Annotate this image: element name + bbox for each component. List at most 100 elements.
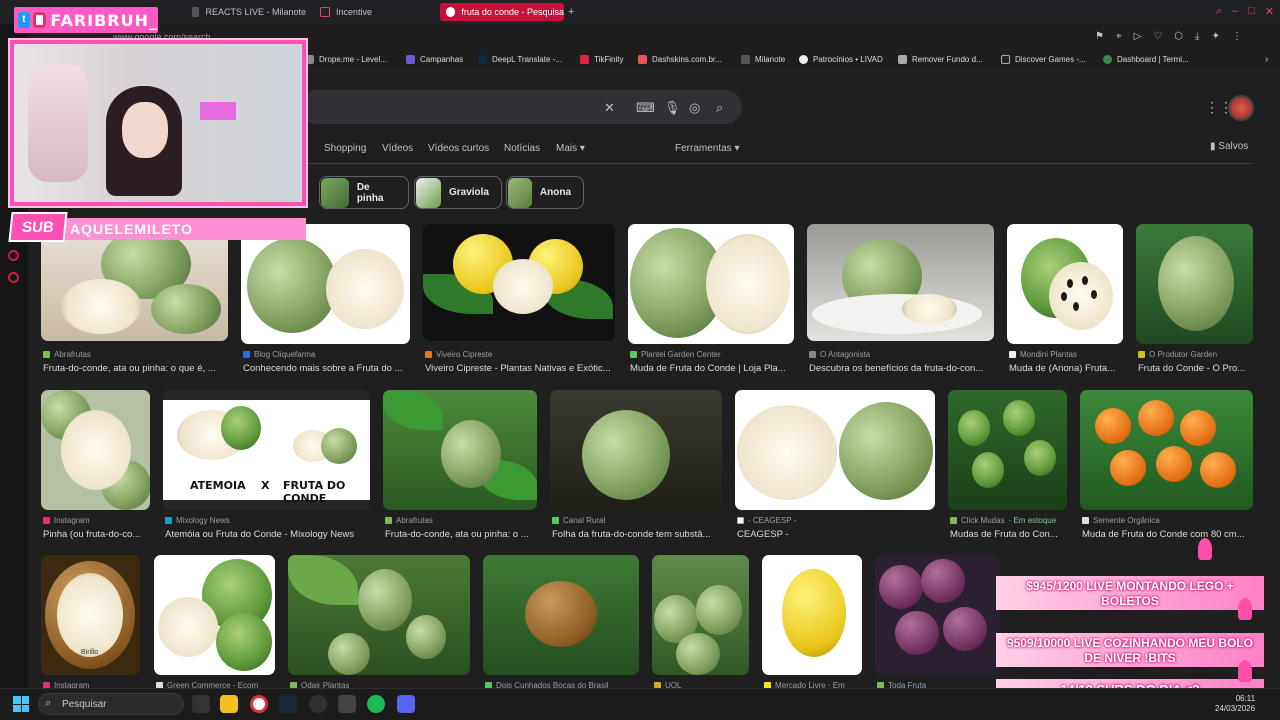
- file-explorer-icon[interactable]: [220, 695, 238, 713]
- bookmark-label: Campanhas: [420, 55, 464, 64]
- tab-incentive[interactable]: Incentive: [314, 3, 424, 21]
- bookmark-icon: ▮: [1210, 141, 1216, 152]
- extensions-icon[interactable]: ⬡: [1174, 31, 1183, 42]
- download-icon[interactable]: ⤓: [1195, 31, 1199, 42]
- result-source: Blog Cliquefarma: [243, 350, 410, 359]
- chip-graviola[interactable]: Graviola: [414, 176, 502, 209]
- result-title[interactable]: Fruta do Conde - O Pro...: [1138, 363, 1253, 374]
- twitter-icon: t: [18, 12, 30, 28]
- subscriber-name: AQUELEMILETO: [60, 218, 306, 240]
- taskbar-search[interactable]: [38, 693, 184, 715]
- task-view-icon[interactable]: [192, 695, 210, 713]
- result-title[interactable]: Muda de (Anona) Fruta...: [1009, 363, 1123, 374]
- flamingo-icon: [1238, 598, 1252, 620]
- result-title[interactable]: Fruta-do-conde, ata ou pinha: o que é, .…: [43, 363, 228, 374]
- result-title[interactable]: Conhecendo mais sobre a Fruta do ...: [243, 363, 410, 374]
- opera-icon[interactable]: [250, 695, 268, 713]
- bookmark-item[interactable]: Dashskins.com.br...: [638, 55, 722, 64]
- bookmark-item[interactable]: Patrocínios • LIVAD: [799, 55, 883, 64]
- streamer-brand: t FARIBRUH_: [14, 7, 158, 33]
- chevron-down-icon: ▾: [579, 143, 585, 154]
- bookmark-item[interactable]: Milanote: [741, 55, 785, 64]
- tab-shopping[interactable]: Shopping: [324, 143, 366, 154]
- result-source: Viveiro Cipreste: [425, 350, 615, 359]
- rail-icon[interactable]: [8, 272, 19, 283]
- obs-icon[interactable]: [309, 695, 327, 713]
- result-title[interactable]: Pinha (ou fruta-do-co...: [43, 529, 150, 540]
- bookmark-item[interactable]: TikFinity: [580, 55, 623, 64]
- bookmark-icon[interactable]: ⚑: [1095, 31, 1104, 42]
- tab-news[interactable]: Notícias: [504, 143, 540, 154]
- search-tabs-icon[interactable]: ⌕: [1216, 5, 1222, 18]
- chip-anona[interactable]: Anona: [506, 176, 584, 209]
- close-icon[interactable]: ✕: [1265, 5, 1274, 18]
- minimize-icon[interactable]: –: [1232, 5, 1238, 18]
- result-title[interactable]: Muda de Fruta do Conde com 80 cm...: [1082, 529, 1253, 540]
- webcam-frame: [10, 40, 306, 206]
- bookmark-item[interactable]: Discover Games -...: [1001, 55, 1086, 64]
- goal-bar: 9509/10000 LIVE COZINHANDO MEU BOLO DE N…: [996, 633, 1264, 667]
- bookmark-item[interactable]: Campanhas: [406, 55, 463, 64]
- result-title[interactable]: Mudas de Fruta do Con...: [950, 529, 1067, 540]
- bookmark-item[interactable]: Dashboard | Termi...: [1103, 55, 1189, 64]
- result-source: Semente Orgânica: [1082, 516, 1253, 525]
- lens-icon[interactable]: ◎: [689, 100, 700, 116]
- result-title[interactable]: Viveiro Cipreste - Plantas Nativas e Exó…: [425, 363, 615, 374]
- system-clock[interactable]: 06:11 24/03/2026: [1215, 694, 1255, 714]
- result-source: Instagram: [43, 516, 150, 525]
- ai-icon[interactable]: ✦: [1211, 31, 1219, 42]
- source-label: Abrafrutas: [54, 350, 91, 359]
- tab-videos[interactable]: Vídeos: [382, 143, 413, 154]
- toolbar-icons: ⚑ ⌖ ▷ ♡ ⬡ ⤓ ✦ ⋮: [1095, 31, 1242, 42]
- steam-icon[interactable]: [279, 695, 297, 713]
- result-title[interactable]: Muda de Fruta do Conde | Loja Pla...: [630, 363, 794, 374]
- tools-button[interactable]: Ferramentas ▾: [675, 143, 740, 154]
- taskbar-search-placeholder: Pesquisar: [62, 699, 107, 710]
- result-image: [652, 555, 749, 675]
- source-label: O Produtor Garden: [1149, 350, 1218, 359]
- maximize-icon[interactable]: □: [1248, 5, 1255, 18]
- windows-start-icon[interactable]: [13, 696, 29, 712]
- tab-short-videos[interactable]: Vídeos curtos: [428, 143, 489, 154]
- avatar[interactable]: [1228, 95, 1254, 121]
- tab-active-search[interactable]: fruta do conde - Pesquisa: [440, 3, 564, 21]
- tab-more[interactable]: Mais ▾: [556, 143, 585, 154]
- spotify-icon[interactable]: [367, 695, 385, 713]
- chip-de-pinha[interactable]: De pinha: [319, 176, 409, 209]
- result-source: Mondini Plantas: [1009, 350, 1123, 359]
- result-image: [807, 224, 994, 341]
- bookmark-label: Discover Games -...: [1015, 55, 1086, 64]
- tab-milanote[interactable]: REACTS LIVE - Milanote: [186, 3, 306, 21]
- bookmark-label: DeepL Translate -...: [492, 55, 562, 64]
- keyboard-icon[interactable]: ⌨: [636, 100, 655, 116]
- result-title[interactable]: Atemóia ou Fruta do Conde - Mixology New…: [165, 529, 370, 540]
- image-caption: FRUTA DO CONDE: [283, 479, 346, 505]
- search-icon[interactable]: ⌕: [716, 100, 723, 116]
- clear-icon[interactable]: ✕: [604, 100, 615, 116]
- result-title[interactable]: Folha da fruta-do-conde tem substâ...: [552, 529, 722, 540]
- chevron-right-icon[interactable]: ›: [1265, 54, 1268, 65]
- result-title[interactable]: Descubra os benefícios da fruta-do-con..…: [809, 363, 994, 374]
- mic-icon[interactable]: 🎙: [664, 100, 681, 116]
- pin-icon[interactable]: ⌖: [1116, 31, 1122, 42]
- milanote-icon: [192, 7, 200, 17]
- play-icon[interactable]: ▷: [1134, 31, 1142, 42]
- discord-icon[interactable]: [397, 695, 415, 713]
- bookmark-item[interactable]: Remover Fundo d...: [898, 55, 983, 64]
- rail-icon[interactable]: [8, 250, 19, 261]
- bookmark-item[interactable]: Drope.me - Level...: [305, 55, 387, 64]
- result-image: [550, 390, 722, 510]
- result-title[interactable]: CEAGESP -: [737, 529, 935, 540]
- result-title[interactable]: Fruta-do-conde, ata ou pinha: o ...: [385, 529, 537, 540]
- menu-icon[interactable]: ⋮: [1232, 31, 1242, 42]
- source-label: Mixology News: [176, 516, 230, 525]
- saved-button[interactable]: ▮ Salvos: [1210, 141, 1248, 152]
- result-image: [383, 390, 537, 510]
- chip-thumbnail: [321, 177, 349, 208]
- chevron-down-icon: ▾: [734, 143, 740, 154]
- plus-icon[interactable]: +: [568, 6, 574, 18]
- heart-icon[interactable]: ♡: [1153, 31, 1162, 42]
- bookmark-item[interactable]: DeepL Translate -...: [478, 55, 562, 64]
- result-image: [288, 555, 470, 675]
- github-icon[interactable]: [338, 695, 356, 713]
